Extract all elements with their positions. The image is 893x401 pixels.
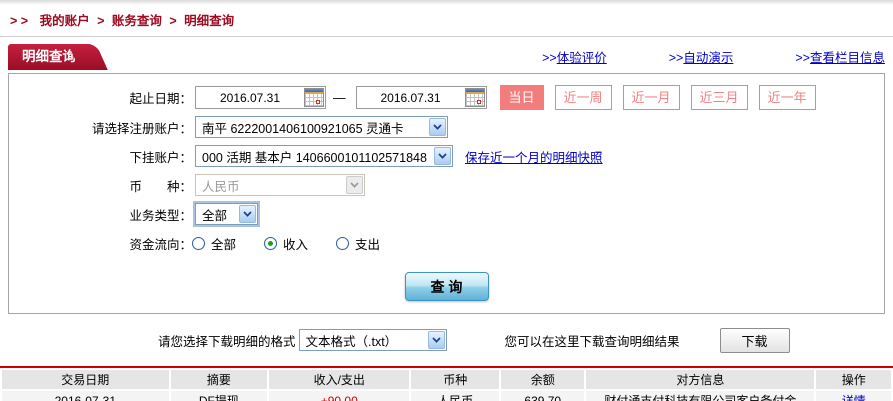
dropdown-arrow-icon[interactable] [239, 205, 256, 223]
radio-icon[interactable] [192, 237, 205, 250]
header-counterparty: 对方信息 [586, 370, 814, 389]
breadcrumb-prefix: > > [10, 14, 28, 28]
view-column-info-link[interactable]: 查看栏目信息 [810, 51, 885, 65]
link-experience-rating[interactable]: >>体验评价 [542, 47, 607, 66]
fund-flow-radio-income[interactable]: 收入 [264, 234, 308, 253]
link-prefix: >> [542, 51, 557, 65]
cell-amount: +90.00 [269, 391, 409, 401]
breadcrumb-separator: > [97, 14, 104, 28]
business-type-value: 全部 [202, 205, 227, 224]
currency-value: 人民币 [202, 176, 240, 195]
auto-demo-link[interactable]: 自动演示 [683, 51, 733, 65]
download-format-value: 文本格式（.txt） [306, 331, 398, 350]
radio-icon[interactable] [264, 237, 277, 250]
date-range-dash: — [333, 91, 346, 105]
sub-account-select[interactable]: 000 活期 基本户 1406600101102571848 [195, 145, 453, 167]
download-format-label: 请您选择下载明细的格式 [158, 331, 296, 350]
calendar-icon-day-marker [316, 100, 320, 104]
currency-row: 币 种： 人民币 [9, 173, 884, 197]
quick-range-year-button[interactable]: 近一年 [759, 85, 816, 110]
cell-counterparty: 财付通支付科技有限公司客户备付金 [586, 391, 814, 401]
quick-range-buttons: 当日 近一周 近一月 近三月 近一年 [500, 85, 827, 110]
query-button[interactable]: 查 询 [405, 272, 489, 301]
download-hint-text: 您可以在这里下载查询明细结果 [505, 331, 680, 350]
currency-label: 币 种： [9, 176, 192, 195]
registered-account-select[interactable]: 南平 6222001406100921065 灵通卡 [195, 116, 448, 138]
breadcrumb: > > 我的账户 > 账务查询 > 明细查询 [0, 5, 893, 29]
experience-rating-link[interactable]: 体验评价 [557, 51, 607, 65]
download-format-select[interactable]: 文本格式（.txt） [299, 329, 447, 351]
header-trade-date: 交易日期 [2, 370, 169, 389]
fund-flow-row: 资金流向： 全部 收入 支出 [9, 231, 884, 255]
fund-flow-income-label: 收入 [283, 234, 308, 253]
tab-detail-query[interactable]: 明细查询 [8, 44, 86, 70]
quick-range-week-button[interactable]: 近一周 [555, 85, 612, 110]
calendar-icon[interactable] [304, 88, 324, 107]
link-auto-demo[interactable]: >>自动演示 [669, 47, 734, 66]
breadcrumb-divider [0, 36, 893, 37]
calendar-icon[interactable] [465, 88, 485, 107]
header-operation: 操作 [816, 370, 891, 389]
dropdown-arrow-icon [346, 176, 363, 194]
business-type-select[interactable]: 全部 [195, 203, 258, 225]
fund-flow-label: 资金流向： [9, 234, 192, 253]
link-prefix: >> [669, 51, 684, 65]
sub-account-row: 下挂账户： 000 活期 基本户 1406600101102571848 保存近… [9, 144, 884, 168]
registered-account-label: 请选择注册账户： [9, 118, 192, 137]
fund-flow-options: 全部 收入 支出 [192, 234, 408, 253]
header-income-expense: 收入/支出 [269, 370, 409, 389]
business-type-label: 业务类型： [9, 205, 192, 224]
breadcrumb-separator: > [169, 14, 176, 28]
date-range-row: 起止日期： 2016.07.31 — 2016.07.31 当日 近一周 近一月… [9, 85, 884, 110]
date-range-label: 起止日期： [9, 88, 192, 107]
cell-currency: 人民币 [411, 391, 499, 401]
registered-account-row: 请选择注册账户： 南平 6222001406100921065 灵通卡 [9, 115, 884, 139]
cell-balance: 639.70 [501, 391, 584, 401]
business-type-row: 业务类型： 全部 [9, 202, 884, 226]
calendar-icon-grid [305, 94, 323, 106]
query-form-panel: 起止日期： 2016.07.31 — 2016.07.31 当日 近一周 近一月… [8, 73, 885, 314]
breadcrumb-item-my-account[interactable]: 我的账户 [40, 14, 90, 28]
top-links: >>体验评价 >>自动演示 >>查看栏目信息 [480, 44, 893, 66]
fund-flow-radio-all[interactable]: 全部 [192, 234, 236, 253]
sub-account-value: 000 活期 基本户 1406600101102571848 [202, 147, 427, 166]
download-row: 请您选择下载明细的格式 文本格式（.txt） 您可以在这里下载查询明细结果 下载 [158, 327, 893, 353]
calendar-icon-day-marker [477, 100, 481, 104]
start-date-field[interactable]: 2016.07.31 [195, 86, 326, 109]
fund-flow-radio-expense[interactable]: 支出 [336, 234, 380, 253]
link-prefix: >> [795, 51, 810, 65]
end-date-field[interactable]: 2016.07.31 [356, 86, 487, 109]
cell-operation: 详情 [816, 391, 891, 401]
dropdown-arrow-icon[interactable] [429, 118, 446, 136]
sub-account-label: 下挂账户： [9, 147, 192, 166]
end-date-value[interactable]: 2016.07.31 [357, 91, 465, 105]
quick-range-today-button[interactable]: 当日 [500, 85, 544, 110]
registered-account-value: 南平 6222001406100921065 灵通卡 [202, 118, 404, 137]
start-date-value[interactable]: 2016.07.31 [196, 91, 304, 105]
currency-select: 人民币 [195, 174, 365, 196]
header-currency: 币种 [411, 370, 499, 389]
dropdown-arrow-icon[interactable] [434, 147, 451, 165]
quick-range-3months-button[interactable]: 近三月 [691, 85, 748, 110]
detail-link[interactable]: 详情 [842, 394, 866, 401]
breadcrumb-item-detail-query[interactable]: 明细查询 [184, 14, 234, 28]
quick-range-month-button[interactable]: 近一月 [623, 85, 680, 110]
save-snapshot-link[interactable]: 保存近一个月的明细快照 [465, 147, 603, 166]
fund-flow-all-label: 全部 [211, 234, 236, 253]
tab-row: 明细查询 >>体验评价 >>自动演示 >>查看栏目信息 [0, 44, 893, 70]
radio-icon[interactable] [336, 237, 349, 250]
dropdown-arrow-icon[interactable] [428, 331, 445, 349]
download-button[interactable]: 下载 [720, 328, 790, 353]
cell-summary: DF提现 [171, 391, 267, 401]
calendar-icon-grid [466, 94, 484, 106]
table-header-row: 交易日期 摘要 收入/支出 币种 余额 对方信息 操作 [2, 370, 891, 389]
transaction-table: 交易日期 摘要 收入/支出 币种 余额 对方信息 操作 2016-07-31 D… [0, 368, 893, 401]
header-summary: 摘要 [171, 370, 267, 389]
fund-flow-expense-label: 支出 [355, 234, 380, 253]
link-view-column-info[interactable]: >>查看栏目信息 [795, 47, 885, 66]
header-balance: 余额 [501, 370, 584, 389]
cell-trade-date: 2016-07-31 [2, 391, 169, 401]
table-row: 2016-07-31 DF提现 +90.00 人民币 639.70 财付通支付科… [2, 391, 891, 401]
breadcrumb-item-account-query[interactable]: 账务查询 [112, 14, 162, 28]
